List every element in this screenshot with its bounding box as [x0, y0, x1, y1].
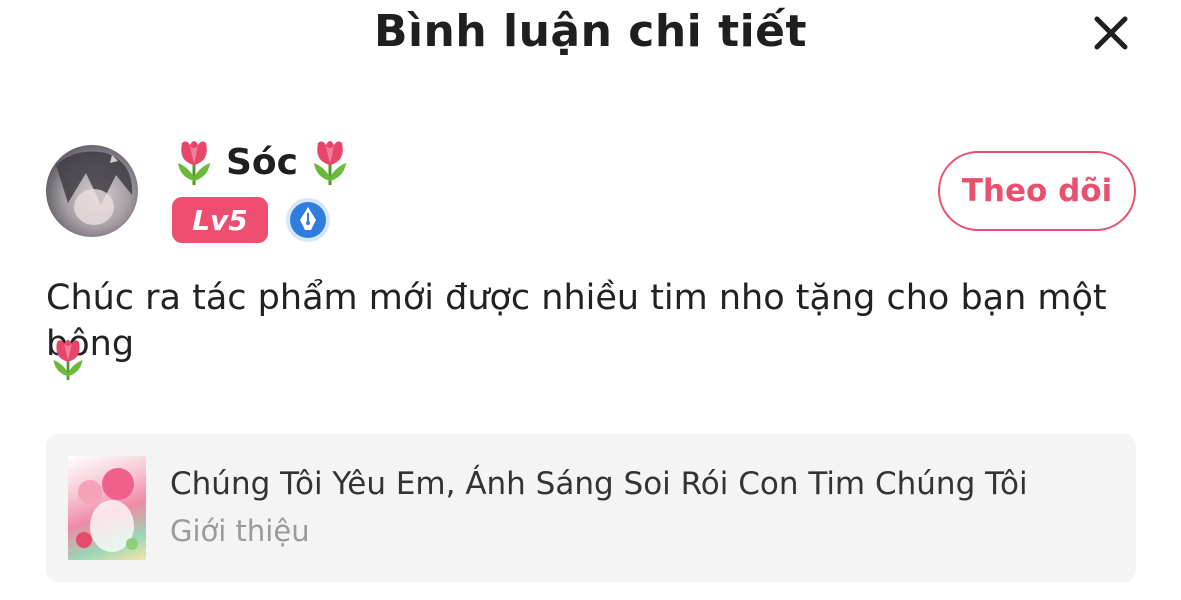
work-subtitle: Giới thiệu — [170, 514, 310, 548]
author-name: Sóc — [226, 141, 298, 183]
comment-detail-page: Bình luận chi tiết Sóc Lv5 Theo dõi Chúc… — [0, 0, 1181, 600]
pen-nib-badge-icon — [286, 198, 330, 242]
tulip-icon — [314, 141, 346, 185]
level-badge: Lv5 — [172, 197, 268, 243]
follow-button[interactable]: Theo dõi — [938, 151, 1136, 231]
close-icon — [1094, 16, 1128, 50]
tulip-icon — [53, 339, 83, 380]
author-name-row[interactable]: Sóc — [172, 136, 352, 188]
page-title: Bình luận chi tiết — [373, 6, 808, 57]
author-badges: Lv5 — [172, 196, 332, 244]
tulip-icon — [178, 141, 210, 185]
work-card[interactable]: Chúng Tôi Yêu Em, Ánh Sáng Soi Rói Con T… — [46, 434, 1136, 582]
work-title: Chúng Tôi Yêu Em, Ánh Sáng Soi Rói Con T… — [170, 466, 1028, 502]
avatar-image — [56, 151, 133, 225]
work-cover-image — [68, 456, 146, 560]
close-button[interactable] — [1090, 12, 1132, 54]
avatar[interactable] — [46, 145, 138, 237]
comment-text: Chúc ra tác phẩm mới được nhiều tim nho … — [46, 278, 1107, 364]
